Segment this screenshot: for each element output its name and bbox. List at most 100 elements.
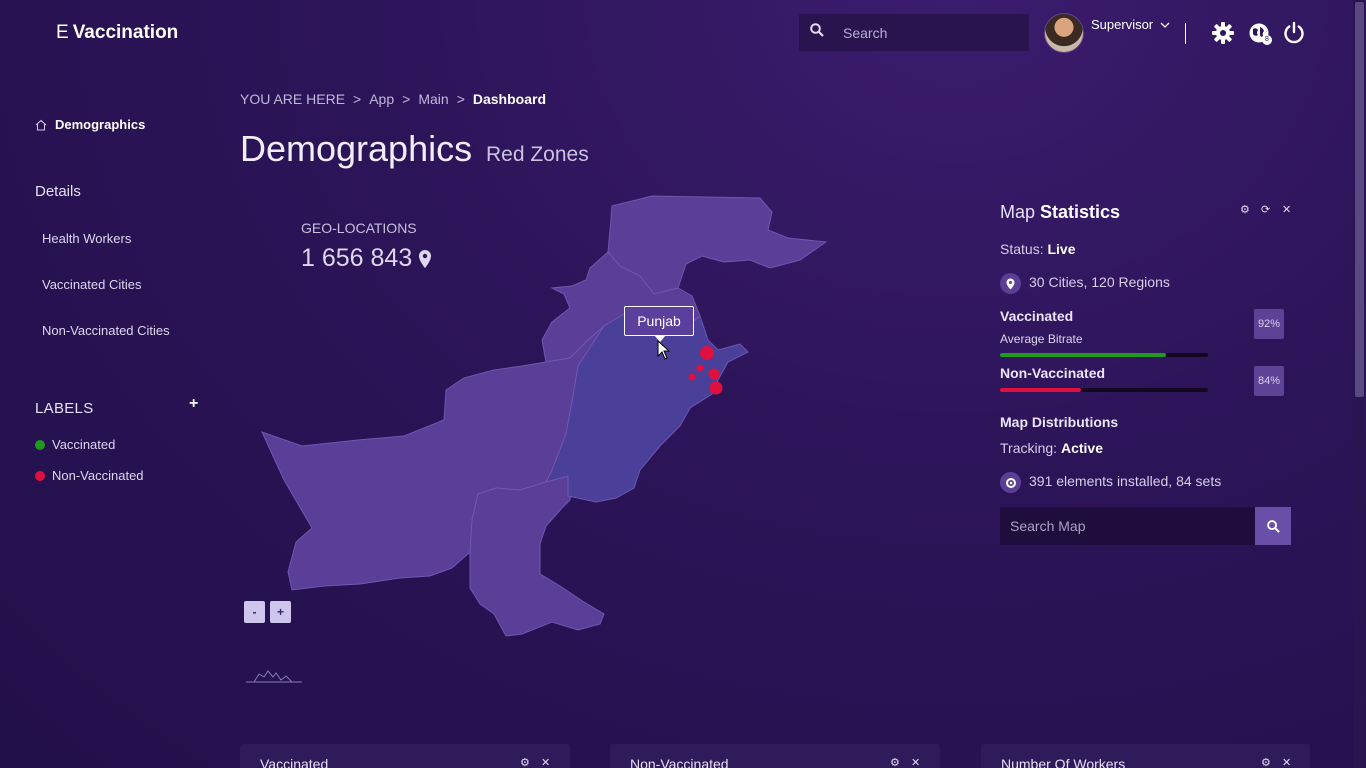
status-label: Status: — [1000, 241, 1044, 257]
label-non-vaccinated[interactable]: Non-Vaccinated — [35, 468, 144, 483]
sidebar-item-health-workers[interactable]: Health Workers — [42, 231, 131, 246]
green-dot-icon — [35, 439, 45, 450]
geo-locations-label: GEO-LOCATIONS — [301, 220, 417, 236]
hotspot-marker[interactable] — [709, 381, 723, 395]
vaccinated-progress-bar — [1000, 353, 1208, 357]
progress-fill — [1000, 353, 1167, 357]
search-input[interactable] — [843, 24, 1023, 41]
card-title: Non-Vaccinated — [630, 756, 729, 768]
installed-line: 391 elements installed, 84 sets — [1000, 472, 1221, 493]
non-vaccinated-progress-bar — [1000, 388, 1208, 392]
cog-icon — [1000, 472, 1021, 493]
map-search-button[interactable] — [1255, 507, 1291, 545]
brand-logo[interactable]: E Vaccination — [56, 22, 178, 44]
sidebar-item-non-vaccinated-cities[interactable]: Non-Vaccinated Cities — [42, 323, 170, 338]
close-icon[interactable]: ✕ — [911, 756, 920, 768]
scrollbar-thumb[interactable] — [1355, 2, 1364, 397]
sidebar-section-details: Details — [35, 183, 81, 200]
power-icon[interactable] — [1282, 21, 1306, 45]
cities-line: 30 Cities, 120 Regions — [1000, 273, 1170, 294]
close-icon[interactable]: ✕ — [541, 756, 550, 768]
page-title: Demographics — [240, 128, 473, 169]
card-title: Vaccinated — [260, 756, 329, 768]
page-subtitle: Red Zones — [486, 143, 589, 166]
sidebar-item-label: Demographics — [55, 117, 146, 132]
label-vaccinated[interactable]: Vaccinated — [35, 437, 115, 452]
close-icon[interactable]: ✕ — [1282, 203, 1291, 216]
label-text: Non-Vaccinated — [52, 468, 144, 483]
map-marker-icon — [1000, 273, 1021, 294]
card-title: Number Of Workers — [1001, 756, 1126, 768]
geo-locations-value: 1 656 843 — [301, 244, 432, 273]
panel-title: Map Statistics — [1000, 202, 1120, 223]
map-search[interactable] — [1000, 507, 1291, 545]
non-vaccinated-metric-label: Non-Vaccinated — [1000, 365, 1106, 381]
panel-title-bold: Statistics — [1040, 202, 1121, 222]
search-icon — [1266, 519, 1280, 533]
breadcrumb-separator: > — [402, 91, 411, 107]
breadcrumb-separator: > — [353, 91, 362, 107]
breadcrumb-separator: > — [456, 91, 465, 107]
hotspot-marker[interactable] — [708, 368, 720, 380]
breadcrumb-prefix: YOU ARE HERE — [240, 91, 346, 107]
geo-count: 1 656 843 — [301, 244, 413, 272]
hotspot-marker[interactable] — [688, 373, 696, 381]
status-line: Status: Live — [1000, 241, 1076, 257]
installed-text: 391 elements installed, 84 sets — [1029, 473, 1222, 490]
header-divider — [1185, 23, 1186, 44]
search-icon[interactable] — [799, 23, 835, 42]
globe-notifications[interactable]: 8 — [1247, 21, 1272, 45]
map-marker-icon — [419, 249, 432, 268]
map-search-input[interactable] — [1000, 507, 1255, 545]
panel-title-light: Map — [1000, 202, 1036, 222]
red-dot-icon — [35, 470, 45, 481]
gear-icon[interactable] — [1211, 21, 1235, 45]
notification-badge: 8 — [1262, 35, 1272, 45]
card-non-vaccinated: Non-Vaccinated ⚙ ✕ — [610, 744, 940, 768]
user-menu[interactable]: Supervisor — [1091, 17, 1170, 32]
settings-icon[interactable]: ⚙ — [1240, 203, 1250, 216]
hotspot-marker[interactable] — [700, 346, 714, 360]
status-value: Live — [1047, 241, 1076, 257]
refresh-icon[interactable]: ⟳ — [1261, 203, 1270, 216]
zoom-in-button[interactable]: + — [270, 601, 291, 623]
breadcrumb-app[interactable]: App — [369, 91, 394, 107]
breadcrumb: YOU ARE HERE > App > Main > Dashboard — [240, 91, 546, 107]
progress-fill — [1000, 388, 1082, 392]
non-vaccinated-percent-badge: 84% — [1254, 366, 1284, 396]
sidebar-item-demographics[interactable]: Demographics — [35, 117, 145, 132]
labels-heading: LABELS — [35, 400, 94, 417]
card-number-of-workers: Number Of Workers ⚙ ✕ — [981, 744, 1310, 768]
label-text: Vaccinated — [52, 437, 116, 452]
hotspot-marker[interactable] — [696, 364, 704, 372]
chevron-down-icon — [1160, 22, 1170, 28]
add-label-button[interactable]: + — [189, 395, 198, 413]
home-icon — [35, 119, 47, 131]
tracking-label: Tracking: — [1000, 440, 1058, 456]
card-vaccinated: Vaccinated ⚙ ✕ — [240, 744, 570, 768]
tracking-value: Active — [1060, 440, 1103, 456]
brand-name: Vaccination — [72, 22, 179, 43]
close-icon[interactable]: ✕ — [1282, 756, 1291, 768]
avatar[interactable] — [1044, 13, 1084, 53]
user-name: Supervisor — [1091, 17, 1154, 32]
sparkline-chart — [246, 670, 302, 683]
settings-icon[interactable]: ⚙ — [520, 756, 530, 768]
settings-icon[interactable]: ⚙ — [890, 756, 900, 768]
map-region-south[interactable] — [469, 475, 605, 637]
vaccinated-metric-label: Vaccinated — [1000, 308, 1074, 324]
cities-text: 30 Cities, 120 Regions — [1029, 274, 1170, 291]
sidebar-item-vaccinated-cities[interactable]: Vaccinated Cities — [42, 277, 141, 292]
map-region-west[interactable] — [261, 325, 605, 591]
mouse-cursor-icon — [657, 340, 671, 360]
zoom-out-button[interactable]: - — [244, 601, 265, 623]
page-scrollbar[interactable] — [1353, 0, 1365, 768]
vaccinated-metric-sub: Average Bitrate — [1000, 332, 1083, 346]
brand-prefix: E — [56, 22, 69, 43]
settings-icon[interactable]: ⚙ — [1261, 756, 1271, 768]
breadcrumb-main[interactable]: Main — [418, 91, 448, 107]
vaccinated-percent-badge: 92% — [1254, 309, 1284, 339]
header-search[interactable] — [799, 14, 1029, 51]
tracking-line: Tracking: Active — [1000, 440, 1103, 456]
breadcrumb-current: Dashboard — [472, 91, 546, 107]
